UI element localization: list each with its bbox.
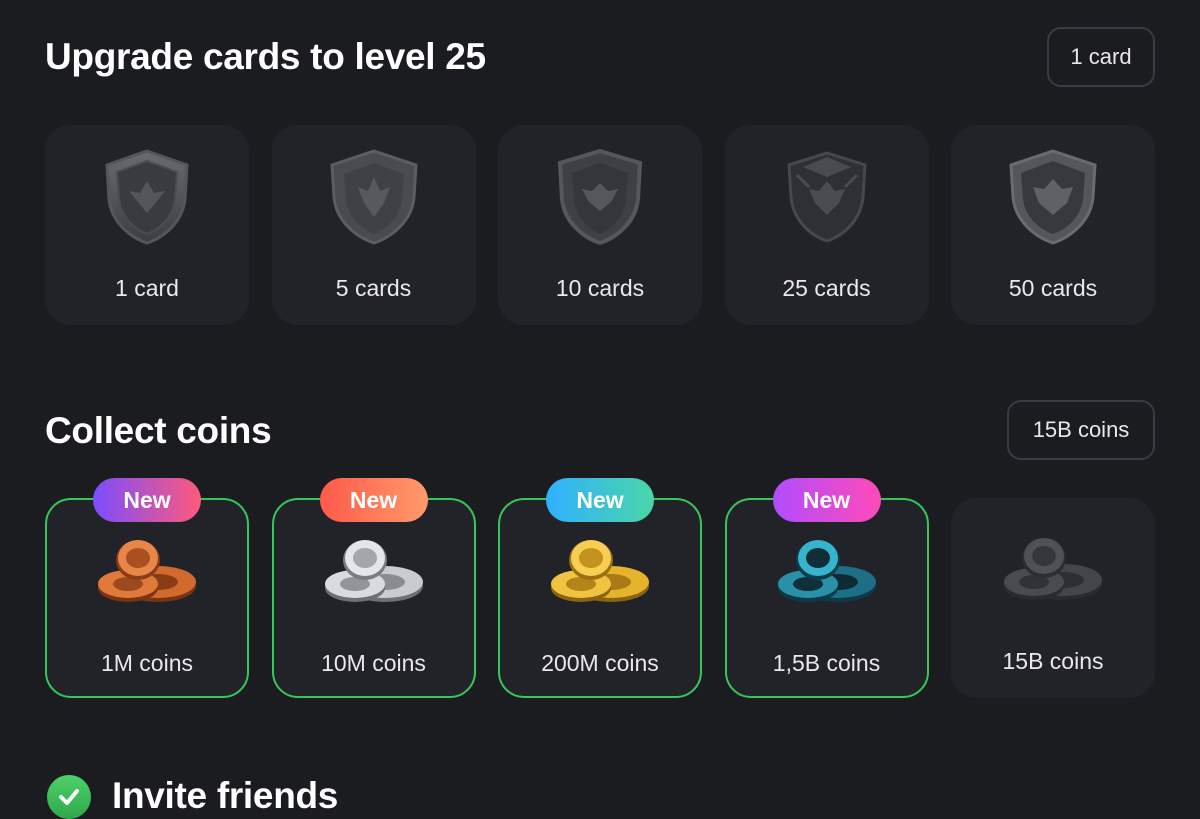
upgrade-tier-card[interactable]: 1 card <box>45 125 249 325</box>
tier-label: 1 card <box>115 275 179 301</box>
coin-tier-card[interactable]: New 10M coins <box>271 478 476 698</box>
new-badge: New <box>93 478 201 522</box>
tier-label: 15B coins <box>1002 648 1104 674</box>
invite-section-title: Invite friends <box>112 775 339 816</box>
upgrade-tier-card[interactable]: 5 cards <box>271 125 476 325</box>
coin-tier-card[interactable]: 15B coins <box>951 498 1155 698</box>
new-badge: New <box>319 478 428 522</box>
tier-label: 50 cards <box>1008 275 1098 301</box>
shield-icon <box>786 151 867 243</box>
tier-label: 10 cards <box>555 275 645 301</box>
coin-tier-card[interactable]: New 1,5B coins <box>724 478 929 698</box>
upgrade-tier-card[interactable]: 50 cards <box>951 125 1155 325</box>
coin-stack-icon <box>1004 538 1102 600</box>
new-badge: New <box>546 478 654 522</box>
upgrade-tier-card[interactable]: 25 cards <box>724 125 929 325</box>
coin-stack-icon <box>98 540 196 602</box>
tier-label: 10M coins <box>321 650 426 676</box>
check-circle-icon <box>47 775 91 819</box>
upgrade-tiers-row: 1 card 5 cards 10 cards 25 cards 50 card… <box>45 125 1155 325</box>
shield-icon <box>105 149 189 245</box>
shield-icon <box>557 148 643 246</box>
tier-label: 200M coins <box>541 650 659 676</box>
coin-tier-card[interactable]: New 200M coins <box>498 478 702 698</box>
coins-reward-pill[interactable]: 15B coins <box>1007 400 1155 460</box>
coins-section-title: Collect coins <box>45 410 272 451</box>
tier-label: 1,5B coins <box>772 650 881 676</box>
coin-stack-icon <box>777 540 876 602</box>
coin-stack-icon <box>324 540 423 602</box>
upgrade-reward-pill[interactable]: 1 card <box>1047 27 1155 87</box>
coin-stack-icon <box>551 540 649 602</box>
shield-icon <box>1009 149 1097 245</box>
coin-tier-card[interactable]: New 1M coins <box>45 478 249 698</box>
tier-label: 5 cards <box>335 275 412 301</box>
upgrade-tier-card[interactable]: 10 cards <box>498 125 702 325</box>
shield-icon <box>329 149 418 245</box>
tier-label: 25 cards <box>782 275 871 301</box>
upgrade-section-title: Upgrade cards to level 25 <box>45 36 486 77</box>
coin-tiers-row: New 1M coins New 10M coins New 200M coin… <box>45 478 1155 698</box>
new-badge: New <box>772 478 881 522</box>
tier-label: 1M coins <box>100 650 194 676</box>
